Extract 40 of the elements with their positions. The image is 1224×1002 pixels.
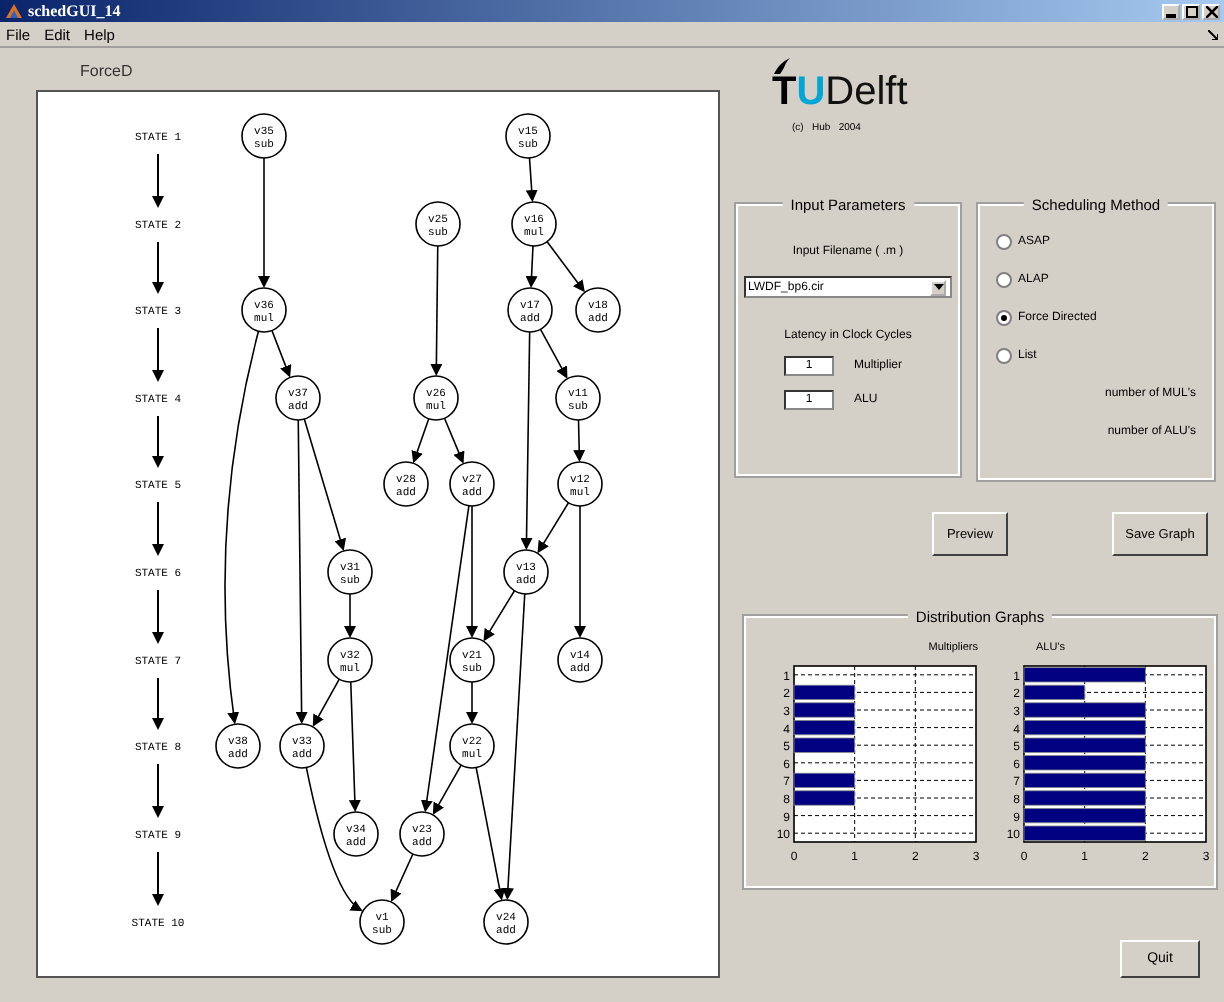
window-title: schedGUI_14: [28, 2, 121, 20]
state-arrow: [152, 241, 164, 294]
logo: TUDelft: [772, 72, 908, 112]
maximize-icon: [1185, 5, 1197, 17]
edge-arrow: [258, 157, 270, 288]
radio-button[interactable]: [996, 234, 1012, 250]
state-arrow: [152, 763, 164, 818]
radio-button[interactable]: [996, 348, 1012, 364]
edge-arrow: [525, 157, 538, 203]
state-arrow: [152, 327, 164, 382]
state-arrow: [152, 589, 164, 644]
edge-arrow: [443, 417, 465, 464]
edge-arrow: [430, 245, 443, 376]
edge-arrow: [537, 501, 570, 554]
graph-title: ForceD: [78, 60, 135, 84]
state-arrow: [152, 415, 164, 468]
edge-arrow: [411, 417, 430, 464]
edge-arrow: [574, 505, 586, 638]
maximize-button[interactable]: [1182, 3, 1200, 19]
state-arrow: [152, 851, 164, 906]
edge-arrow: [390, 853, 414, 902]
edge-arrow: [271, 329, 292, 378]
dropdown-arrow-icon: [933, 284, 943, 290]
close-button[interactable]: [1202, 3, 1220, 19]
state-arrow: [152, 153, 164, 208]
edge-arrow: [312, 678, 341, 727]
edge-arrow: [539, 328, 568, 379]
edge-arrow: [573, 419, 586, 462]
edge-arrow: [344, 593, 356, 638]
state-arrow: [152, 677, 164, 730]
dock-arrow-icon[interactable]: [1208, 30, 1218, 40]
flame-icon: [772, 56, 792, 76]
minimize-button[interactable]: [1162, 3, 1180, 19]
radio-button[interactable]: [996, 310, 1012, 326]
edge-arrow: [525, 245, 538, 288]
state-arrow: [152, 501, 164, 556]
app-icon: [4, 1, 24, 21]
close-icon: [1205, 5, 1217, 17]
radio-button[interactable]: [996, 272, 1012, 288]
edge-arrow: [546, 240, 585, 293]
